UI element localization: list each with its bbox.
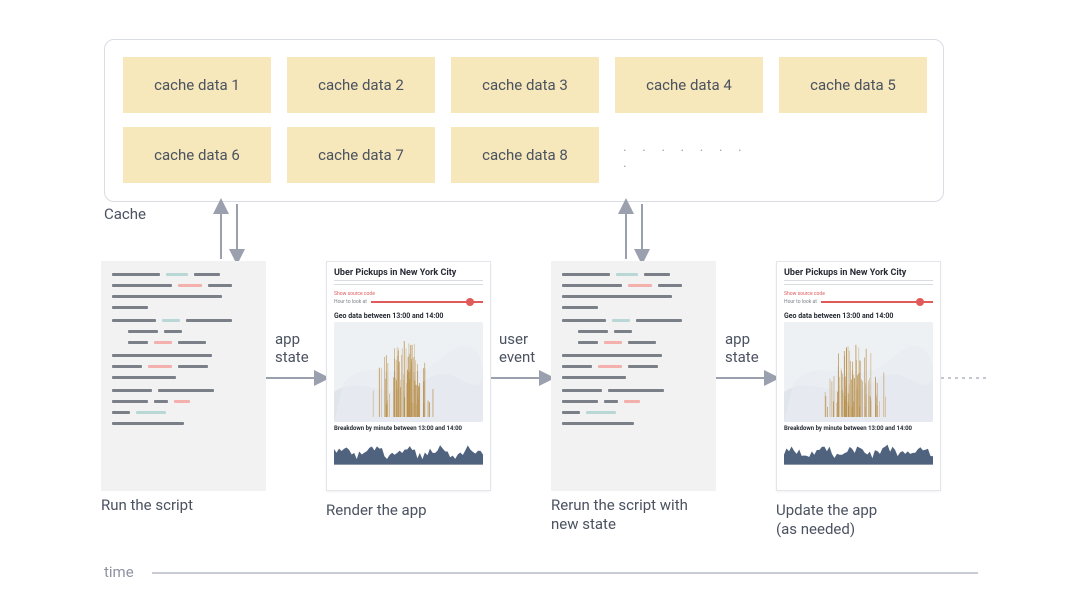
app-map xyxy=(334,322,483,422)
cache-panel: cache data 1 cache data 2 cache data 3 cach… xyxy=(104,39,944,202)
cache-script-arrows-1 xyxy=(215,202,245,261)
app-source-link: Show source code xyxy=(334,291,483,297)
app-slider xyxy=(821,301,933,303)
step-label-update: Update the app (as needed) xyxy=(776,501,877,539)
app-slider xyxy=(371,301,483,303)
app-geo-subtitle: Geo data between 13:00 and 14:00 xyxy=(784,312,933,320)
app-description xyxy=(334,280,483,288)
app-slider-label: Hour to look at xyxy=(334,299,367,305)
arrow-user-event xyxy=(491,370,551,386)
step-label-render: Render the app xyxy=(326,501,427,520)
script-panel-2 xyxy=(551,261,716,491)
app-title: Uber Pickups in New York City xyxy=(334,268,483,278)
cache-grid: cache data 1 cache data 2 cache data 3 cach… xyxy=(105,40,943,200)
cache-ellipsis: . . . . . . . . xyxy=(615,127,763,183)
app-breakdown-subtitle: Breakdown by minute between 13:00 and 14… xyxy=(334,425,483,432)
app-map xyxy=(784,322,933,422)
arrow-trailing xyxy=(941,370,986,386)
arrow-app-state-2 xyxy=(716,370,776,386)
cache-cell: cache data 3 xyxy=(451,57,599,113)
time-axis xyxy=(152,572,978,574)
app-breakdown-subtitle: Breakdown by minute between 13:00 and 14… xyxy=(784,425,933,432)
app-breakdown-chart xyxy=(784,433,933,469)
cache-script-arrows-2 xyxy=(620,202,650,261)
cache-cell: cache data 1 xyxy=(123,57,271,113)
cache-label: Cache xyxy=(104,205,146,223)
arrow-app-state-1 xyxy=(266,370,326,386)
cache-cell: cache data 4 xyxy=(615,57,763,113)
cache-cell: cache data 5 xyxy=(779,57,927,113)
arrow-label-app-state-1: app state xyxy=(275,330,309,366)
time-label: time xyxy=(104,563,134,581)
arrow-label-user-event: user event xyxy=(499,330,535,366)
script-panel-1 xyxy=(101,261,266,491)
app-panel-2: Uber Pickups in New York City Show source… xyxy=(776,261,941,491)
app-geo-subtitle: Geo data between 13:00 and 14:00 xyxy=(334,312,483,320)
cache-cell: cache data 6 xyxy=(123,127,271,183)
cache-cell: cache data 8 xyxy=(451,127,599,183)
cache-cell: cache data 7 xyxy=(287,127,435,183)
app-source-link: Show source code xyxy=(784,291,933,297)
step-label-rerun: Rerun the script with new state xyxy=(551,496,688,534)
arrow-label-app-state-2: app state xyxy=(725,330,759,366)
app-description xyxy=(784,280,933,288)
app-title: Uber Pickups in New York City xyxy=(784,268,933,278)
diagram-stage: cache data 1 cache data 2 cache data 3 cach… xyxy=(0,0,1080,606)
app-panel-1: Uber Pickups in New York City Show source… xyxy=(326,261,491,491)
step-label-run: Run the script xyxy=(101,496,193,515)
app-slider-label: Hour to look at xyxy=(784,299,817,305)
cache-cell: cache data 2 xyxy=(287,57,435,113)
app-slider-row: Hour to look at xyxy=(334,299,483,305)
app-breakdown-chart xyxy=(334,433,483,469)
app-slider-row: Hour to look at xyxy=(784,299,933,305)
